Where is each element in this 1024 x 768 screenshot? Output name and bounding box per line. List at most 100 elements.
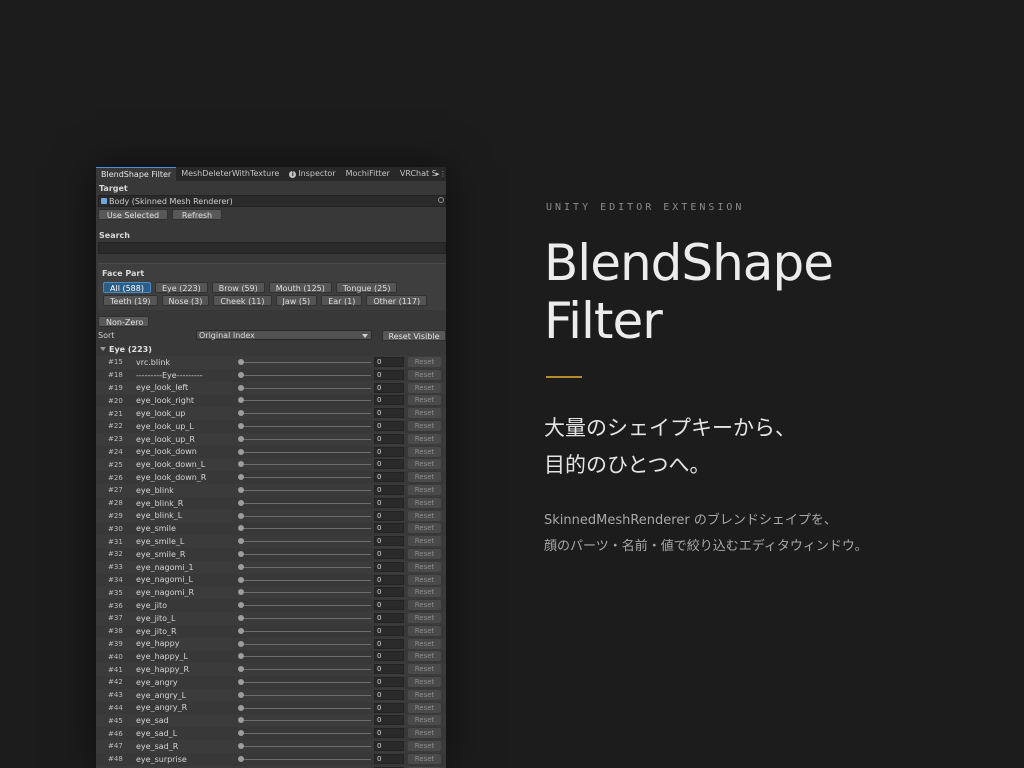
weight-slider-track[interactable] xyxy=(241,464,371,466)
eye-group-foldout[interactable]: Eye (223) xyxy=(96,344,446,356)
weight-slider-track[interactable] xyxy=(241,362,371,363)
weight-slider-thumb[interactable] xyxy=(238,461,244,468)
tab-inspector[interactable]: i Inspector xyxy=(284,167,340,181)
weight-slider-thumb[interactable] xyxy=(238,448,244,455)
target-object-field[interactable]: Body (Skinned Mesh Renderer) xyxy=(98,195,446,207)
weight-slider-track[interactable] xyxy=(241,438,371,440)
use-selected-button[interactable]: Use Selected xyxy=(98,209,168,220)
reset-button[interactable]: Reset xyxy=(408,510,441,521)
weight-slider-thumb[interactable] xyxy=(238,384,244,391)
reset-button[interactable]: Reset xyxy=(408,676,441,687)
weight-slider-track[interactable] xyxy=(241,387,371,389)
weight-value-field[interactable]: 0 xyxy=(374,369,404,380)
reset-button[interactable]: Reset xyxy=(408,651,441,662)
reset-button[interactable]: Reset xyxy=(408,689,441,700)
reset-button[interactable]: Reset xyxy=(408,408,441,419)
search-input[interactable] xyxy=(98,242,446,254)
weight-slider-track[interactable] xyxy=(241,681,371,683)
weight-value-field[interactable]: 0 xyxy=(374,472,404,483)
weight-slider-track[interactable] xyxy=(241,745,371,747)
reset-button[interactable]: Reset xyxy=(408,472,441,483)
weight-slider-thumb[interactable] xyxy=(238,499,244,506)
face-part-chip[interactable]: Nose (3) xyxy=(161,295,210,306)
weight-slider-thumb[interactable] xyxy=(238,717,244,724)
weight-slider-thumb[interactable] xyxy=(238,525,244,532)
weight-value-field[interactable]: 0 xyxy=(374,408,404,419)
reset-button[interactable]: Reset xyxy=(408,420,441,431)
weight-value-field[interactable]: 0 xyxy=(374,600,404,611)
weight-value-field[interactable]: 0 xyxy=(374,664,404,675)
weight-slider-track[interactable] xyxy=(241,656,371,658)
weight-value-field[interactable]: 0 xyxy=(374,433,404,444)
object-picker-icon[interactable] xyxy=(438,197,444,203)
sort-dropdown[interactable]: Original Index xyxy=(196,330,372,340)
weight-slider-track[interactable] xyxy=(241,502,371,504)
weight-slider-track[interactable] xyxy=(241,566,371,568)
weight-value-field[interactable]: 0 xyxy=(374,740,404,751)
reset-button[interactable]: Reset xyxy=(408,740,441,751)
reset-button[interactable]: Reset xyxy=(408,497,441,508)
face-part-chip[interactable]: Eye (223) xyxy=(154,282,208,293)
weight-value-field[interactable]: 0 xyxy=(374,523,404,534)
reset-button[interactable]: Reset xyxy=(408,446,441,457)
weight-slider-track[interactable] xyxy=(241,477,371,479)
weight-slider-thumb[interactable] xyxy=(238,410,244,417)
non-zero-toggle[interactable]: Non-Zero xyxy=(98,316,149,327)
weight-slider-thumb[interactable] xyxy=(238,550,244,557)
weight-slider-track[interactable] xyxy=(241,643,371,645)
reset-button[interactable]: Reset xyxy=(408,433,441,444)
weight-slider-track[interactable] xyxy=(241,707,371,709)
weight-slider-thumb[interactable] xyxy=(238,614,244,621)
face-part-chip[interactable]: Tongue (25) xyxy=(335,282,398,293)
reset-button[interactable]: Reset xyxy=(408,484,441,495)
reset-button[interactable]: Reset xyxy=(408,357,441,367)
weight-slider-track[interactable] xyxy=(241,720,371,722)
weight-slider-thumb[interactable] xyxy=(238,742,244,749)
tab-overflow-icon[interactable]: ▸⋮ xyxy=(436,167,446,181)
reset-button[interactable]: Reset xyxy=(408,638,441,649)
weight-slider-thumb[interactable] xyxy=(238,704,244,711)
reset-button[interactable]: Reset xyxy=(408,561,441,572)
weight-value-field[interactable]: 0 xyxy=(374,676,404,687)
weight-slider-track[interactable] xyxy=(241,553,371,555)
weight-value-field[interactable]: 0 xyxy=(374,638,404,649)
reset-button[interactable]: Reset xyxy=(408,753,441,764)
tab-mochifitter[interactable]: MochiFitter xyxy=(341,167,395,181)
reset-button[interactable]: Reset xyxy=(408,382,441,393)
reset-button[interactable]: Reset xyxy=(408,600,441,611)
weight-value-field[interactable]: 0 xyxy=(374,651,404,662)
reset-button[interactable]: Reset xyxy=(408,587,441,598)
reset-button[interactable]: Reset xyxy=(408,523,441,534)
weight-value-field[interactable]: 0 xyxy=(374,587,404,598)
face-part-chip[interactable]: Jaw (5) xyxy=(275,295,318,306)
weight-slider-track[interactable] xyxy=(241,374,371,376)
reset-visible-button[interactable]: Reset Visible xyxy=(382,329,446,341)
weight-value-field[interactable]: 0 xyxy=(374,702,404,713)
face-part-chip[interactable]: Other (117) xyxy=(366,295,428,306)
weight-slider-thumb[interactable] xyxy=(238,691,244,698)
weight-value-field[interactable]: 0 xyxy=(374,548,404,559)
weight-value-field[interactable]: 0 xyxy=(374,561,404,572)
weight-slider-thumb[interactable] xyxy=(238,512,244,519)
weight-slider-thumb[interactable] xyxy=(238,602,244,609)
weight-slider-track[interactable] xyxy=(241,694,371,696)
face-part-chip[interactable]: Cheek (11) xyxy=(213,295,272,306)
weight-value-field[interactable]: 0 xyxy=(374,625,404,636)
weight-slider-thumb[interactable] xyxy=(238,678,244,685)
weight-slider-track[interactable] xyxy=(241,400,371,402)
weight-value-field[interactable]: 0 xyxy=(374,574,404,585)
weight-slider-track[interactable] xyxy=(241,528,371,530)
reset-button[interactable]: Reset xyxy=(408,459,441,470)
weight-slider-track[interactable] xyxy=(241,592,371,594)
weight-slider-track[interactable] xyxy=(241,515,371,517)
reset-button[interactable]: Reset xyxy=(408,664,441,675)
weight-slider-thumb[interactable] xyxy=(238,666,244,673)
reset-button[interactable]: Reset xyxy=(408,548,441,559)
weight-slider-track[interactable] xyxy=(241,425,371,427)
weight-value-field[interactable]: 0 xyxy=(374,382,404,393)
refresh-button[interactable]: Refresh xyxy=(172,209,222,220)
weight-slider-track[interactable] xyxy=(241,489,371,491)
weight-slider-thumb[interactable] xyxy=(238,730,244,737)
weight-slider-track[interactable] xyxy=(241,669,371,671)
weight-value-field[interactable]: 0 xyxy=(374,753,404,764)
